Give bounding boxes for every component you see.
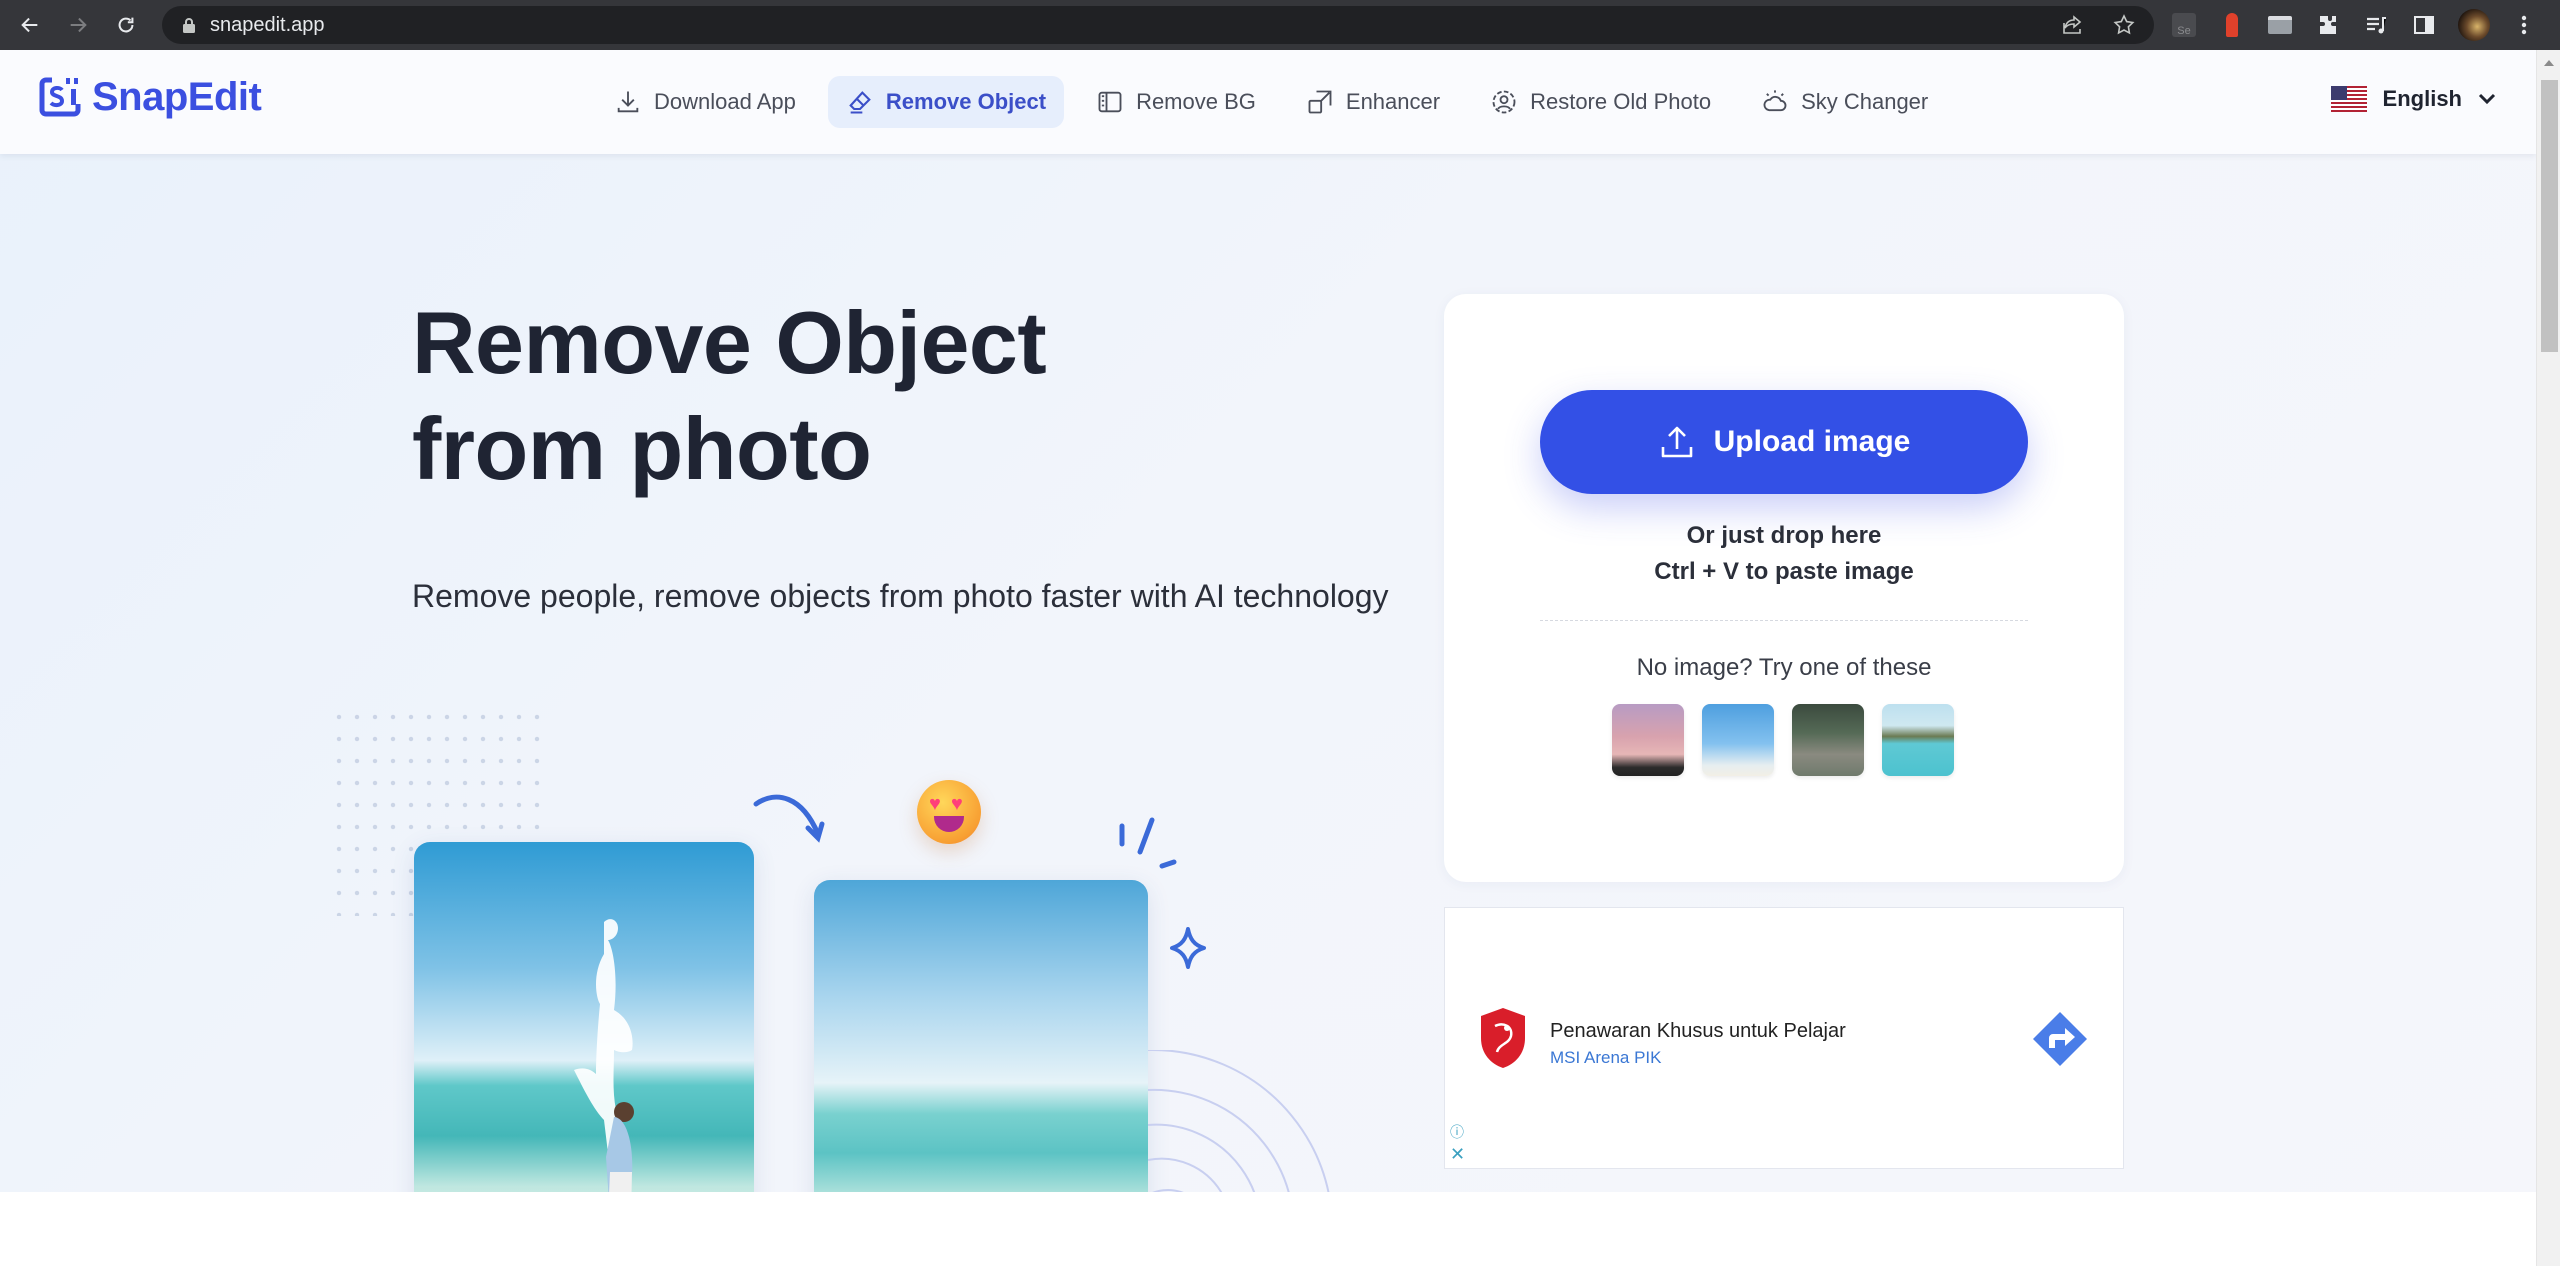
site-header: SnapEdit Download App Remove Object Remo… <box>0 50 2536 154</box>
nav-enhancer[interactable]: Enhancer <box>1288 76 1458 128</box>
nav-label: Remove BG <box>1136 89 1256 114</box>
nav-label: Restore Old Photo <box>1530 89 1712 114</box>
ad-info-icon[interactable]: ⓘ <box>1450 1122 1466 1140</box>
sparkle-lines-icon <box>1119 817 1177 869</box>
reload-icon <box>118 17 134 33</box>
scroll-up-arrow-icon[interactable] <box>2544 60 2554 66</box>
directions-icon[interactable] <box>2031 1010 2089 1068</box>
page-scrollbar[interactable] <box>2536 50 2560 1266</box>
ad-close-icon[interactable]: ✕ <box>1450 1145 1466 1163</box>
logo[interactable]: SnapEdit <box>38 74 262 120</box>
arrow-left-icon <box>21 17 38 33</box>
next-section <box>0 1192 2536 1266</box>
nav-restore-old-photo[interactable]: Restore Old Photo <box>1472 76 1729 128</box>
forward-button[interactable] <box>60 7 96 43</box>
title-line-1: Remove Object <box>412 293 1047 392</box>
nav-remove-object[interactable]: Remove Object <box>827 76 1065 128</box>
lock-icon <box>183 18 195 33</box>
nav-sky-changer[interactable]: Sky Changer <box>1743 76 1946 128</box>
restore-icon <box>1492 90 1516 114</box>
page-content: SnapEdit Download App Remove Object Remo… <box>0 50 2536 1266</box>
language-label: English <box>2382 86 2462 111</box>
nav-label: Sky Changer <box>1801 89 1929 114</box>
remove-bg-icon <box>1098 91 1122 113</box>
browser-toolbar: snapedit.app Se <box>0 0 2560 50</box>
card-divider <box>1540 620 2028 621</box>
msi-shield-logo <box>1481 1008 1525 1068</box>
us-flag-icon <box>2330 86 2367 112</box>
upload-icon <box>1661 426 1692 458</box>
reload-button[interactable] <box>108 7 144 43</box>
enhance-icon <box>1308 90 1332 114</box>
before-after-illustration: ♥ ♥ <box>320 690 1360 1266</box>
page-title: Remove Object from photo <box>412 290 1047 502</box>
puzzle-icon[interactable] <box>2314 11 2342 39</box>
title-line-2-highlighted: from photo <box>412 396 872 502</box>
logo-text: SnapEdit <box>92 74 262 119</box>
sample-prompt: No image? Try one of these <box>1636 654 1932 681</box>
back-button[interactable] <box>12 7 48 43</box>
drop-hint: Or just drop here <box>1686 522 1882 549</box>
hero-subtitle: Remove people, remove objects from photo… <box>412 578 1389 614</box>
scrollbar-thumb[interactable] <box>2541 80 2558 352</box>
chevron-down-icon <box>2478 93 2496 105</box>
eraser-icon <box>849 91 871 114</box>
kebab-menu-icon[interactable] <box>2510 11 2538 39</box>
url-text: snapedit.app <box>210 13 325 36</box>
ad-advertiser[interactable]: MSI Arena PIK <box>1550 1048 1662 1068</box>
bookmark-star-icon[interactable] <box>2112 13 2136 37</box>
upload-card: Upload image Or just drop here Ctrl + V … <box>1444 294 2124 882</box>
upload-image-button[interactable]: Upload image <box>1540 390 2028 494</box>
curved-arrow-icon <box>753 794 825 843</box>
profile-avatar[interactable] <box>2458 9 2490 41</box>
nav-label: Enhancer <box>1345 89 1441 114</box>
ad-title[interactable]: Penawaran Khusus untuk Pelajar <box>1550 1020 1846 1043</box>
advertisement-banner[interactable]: Penawaran Khusus untuk Pelajar MSI Arena… <box>1444 907 2124 1169</box>
language-selector[interactable]: English <box>2330 86 2496 112</box>
main-nav: Download App Remove Object Remove BG Enh… <box>596 76 1946 128</box>
sample-images <box>1612 704 1954 776</box>
upload-button-label: Upload image <box>1713 425 1911 458</box>
side-panel-icon[interactable] <box>2410 11 2438 39</box>
share-icon[interactable] <box>2060 13 2084 37</box>
sample-image-friends-sitting-park[interactable] <box>1792 704 1864 776</box>
sky-icon <box>1763 90 1787 112</box>
sample-image-people-jumping-beach[interactable] <box>1702 704 1774 776</box>
snapedit-extension-icon[interactable]: Se <box>2170 11 2198 39</box>
lighthouse-icon[interactable] <box>2218 11 2246 39</box>
nav-download-app[interactable]: Download App <box>596 76 814 128</box>
sample-image-hot-air-balloons[interactable] <box>1612 704 1684 776</box>
nav-label: Remove Object <box>885 89 1047 114</box>
media-queue-icon[interactable] <box>2362 11 2390 39</box>
nav-remove-bg[interactable]: Remove BG <box>1078 76 1274 128</box>
heart-eyes-emoji: ♥ ♥ <box>917 780 981 844</box>
paste-hint: Ctrl + V to paste image <box>1654 558 1914 585</box>
star-sparkle-icon <box>1170 927 1206 969</box>
download-icon <box>617 91 639 113</box>
nav-label: Download App <box>654 89 796 114</box>
snapedit-logo-icon <box>39 77 81 117</box>
window-icon[interactable] <box>2266 11 2294 39</box>
title-line-2: from photo <box>412 399 872 498</box>
address-bar[interactable]: snapedit.app <box>162 6 2154 44</box>
sample-image-island-sea[interactable] <box>1882 704 1954 776</box>
arrow-right-icon <box>70 17 87 33</box>
